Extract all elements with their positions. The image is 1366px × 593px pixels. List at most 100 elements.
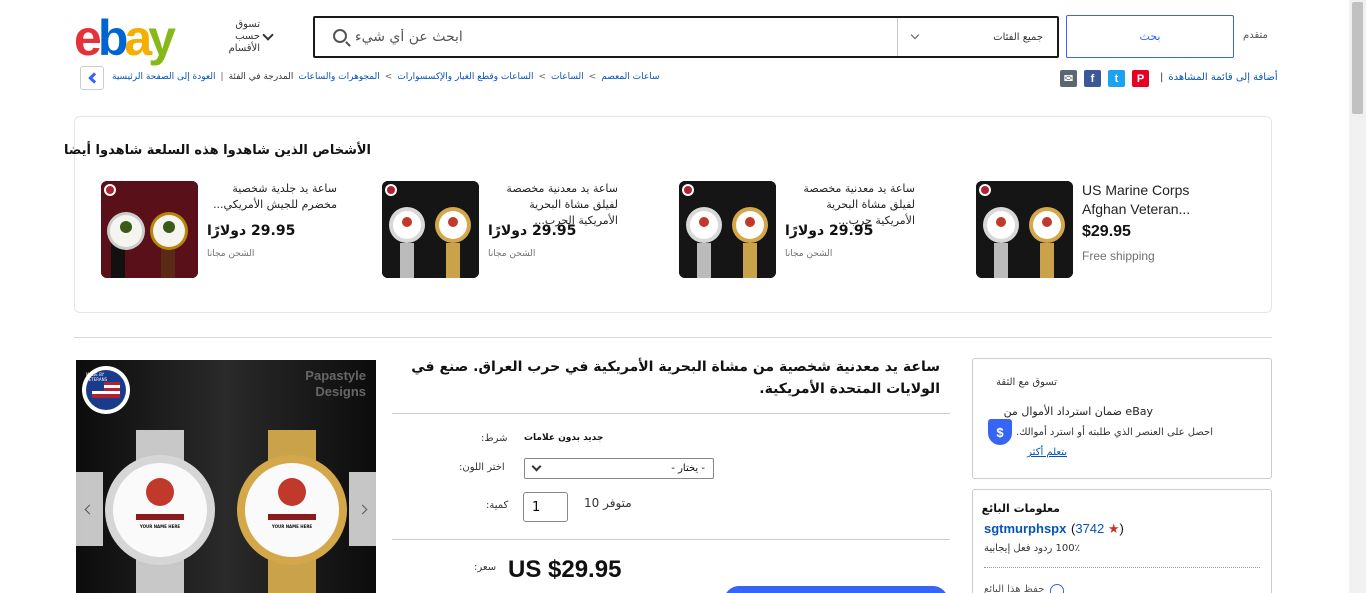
email-icon[interactable]: ✉	[1060, 70, 1077, 87]
share-icons: ✉ f t P	[1060, 70, 1149, 87]
ebay-logo[interactable]: ebay	[74, 10, 176, 66]
logo-letter-a: a	[124, 10, 152, 66]
also-viewed-card[interactable]: ساعة يد معدنية مخصصة لفيلق مشاة البحرية …	[382, 181, 642, 279]
category-dropdown-value: جميع الفئات	[993, 31, 1043, 43]
advanced-search-link[interactable]: متقدم	[1243, 30, 1268, 41]
pinterest-icon[interactable]: P	[1132, 70, 1149, 87]
shop-by-category-label: تسوق حسب الأقسام	[228, 19, 260, 54]
chevron-down-icon	[531, 461, 542, 472]
logo-letter-b: b	[97, 10, 128, 66]
star-icon: ★	[1107, 521, 1120, 536]
money-back-guarantee-box: تسوق مع الثقة $ eBay ضمان استرداد الأموا…	[972, 358, 1272, 479]
learn-more-link[interactable]: يتعلم أكثر	[1027, 447, 1067, 458]
seller-info-box: معلومات البائع sgtmurphspx (3742 ★) 100٪…	[972, 489, 1272, 593]
also-viewed-card[interactable]: ساعة يد معدنية مخصصة لفيلق مشاة البحرية …	[679, 181, 939, 279]
seller-feedback-score[interactable]: (3742 ★)	[1071, 521, 1124, 537]
also-viewed-price: 29.95 دولارًا	[207, 223, 296, 239]
also-viewed-card[interactable]: ساعة يد جلدية شخصية مخضرم للجيش الأمريكي…	[101, 181, 361, 279]
seller-score-number: 3742	[1075, 521, 1105, 536]
search-input[interactable]	[355, 26, 895, 48]
also-viewed-panel: الأشخاص الذين شاهدوا هذه السلعة شاهدوا أ…	[64, 116, 1272, 313]
shield-icon: $	[988, 419, 1012, 445]
breadcrumb-item-watches-parts[interactable]: الساعات وقطع الغيار والإكسسوارات	[397, 72, 533, 82]
breadcrumb-item-watches[interactable]: الساعات	[551, 72, 584, 82]
product-image-brand: Papastyle Designs	[305, 368, 366, 399]
also-viewed-title-text[interactable]: US Marine Corps Afghan Veteran...	[1082, 181, 1222, 219]
search-button[interactable]: بحث	[1066, 15, 1234, 58]
breadcrumb-separator: |	[220, 72, 224, 82]
also-viewed-price: 29.95 دولارًا	[785, 223, 874, 239]
scrollbar-thumb[interactable]	[1352, 2, 1363, 114]
facebook-icon[interactable]: f	[1084, 70, 1101, 87]
back-button[interactable]	[80, 66, 104, 90]
image-prev-button[interactable]	[76, 472, 103, 546]
category-dropdown[interactable]: جميع الفئات	[897, 18, 1057, 56]
breadcrumb-separator: <	[538, 72, 547, 82]
search-icon	[333, 29, 347, 43]
chevron-right-icon	[357, 504, 368, 514]
buy-it-now-button[interactable]	[724, 586, 948, 593]
price-label: سعر:	[474, 562, 497, 573]
also-viewed-price: $29.95	[1082, 223, 1131, 240]
page-scrollbar[interactable]	[1349, 0, 1366, 593]
listed-in-label: المدرجة في الفئة	[228, 72, 294, 82]
separator: |	[1160, 72, 1164, 83]
twitter-icon[interactable]: t	[1108, 70, 1125, 87]
color-dropdown[interactable]: - يختار -	[524, 458, 714, 479]
product-thumbnail[interactable]	[976, 181, 1073, 278]
chevron-down-icon	[262, 29, 274, 41]
image-next-button[interactable]	[349, 472, 376, 546]
shop-with-confidence-title: تسوق مع الثقة	[996, 377, 1057, 388]
color-label: اختر اللون:	[459, 462, 505, 473]
also-viewed-price: 29.95 دولارًا	[488, 223, 577, 239]
shop-by-category-button[interactable]: تسوق حسب الأقسام	[222, 19, 278, 54]
product-main-image[interactable]: MADE BY VETERANS Papastyle Designs YOUR …	[76, 360, 376, 593]
product-image-badge: MADE BY VETERANS	[86, 372, 108, 382]
save-seller-label: حفظ هذا البائع	[984, 584, 1045, 593]
divider	[984, 567, 1260, 568]
also-viewed-title-text[interactable]: ساعة يد معدنية مخصصة لفيلق مشاة البحرية …	[785, 181, 915, 229]
color-dropdown-value: - يختار -	[671, 463, 705, 474]
product-thumbnail[interactable]	[382, 181, 479, 278]
add-to-watchlist-link[interactable]: | أضافة إلى قائمة المشاهدة	[1160, 72, 1278, 83]
condition-value: جديد بدون علامات	[524, 433, 604, 443]
seller-positive-feedback: 100٪ ردود فعل إيجابية	[984, 543, 1080, 554]
breadcrumb-item-wristwatches[interactable]: ساعات المعصم	[601, 72, 659, 82]
also-viewed-title: الأشخاص الذين شاهدوا هذه السلعة شاهدوا أ…	[63, 143, 371, 158]
quantity-input[interactable]	[523, 492, 568, 522]
watch-dial-name-text: YOUR NAME HERE	[271, 524, 313, 529]
also-viewed-shipping: Free shipping	[1082, 249, 1155, 263]
condition-label: شرط:	[481, 433, 508, 444]
breadcrumb-separator: <	[588, 72, 597, 82]
also-viewed-title-text[interactable]: ساعة يد جلدية شخصية مخضرم للجيش الأمريكي…	[207, 181, 337, 213]
back-to-home-link[interactable]: العودة إلى الصفحة الرئيسية	[112, 72, 216, 82]
guarantee-description: احصل على العنصر الذي طلبته أو استرد أموا…	[1016, 427, 1213, 438]
also-viewed-title-text[interactable]: ساعة يد معدنية مخصصة لفيلق مشاة البحرية …	[488, 181, 618, 229]
also-viewed-shipping: الشحن مجانا	[785, 249, 833, 259]
logo-letter-y: y	[148, 10, 176, 66]
heart-icon	[1050, 584, 1065, 593]
breadcrumb-item-jewelry[interactable]: المجوهرات والساعات	[298, 72, 379, 82]
add-to-watchlist-label: أضافة إلى قائمة المشاهدة	[1168, 72, 1278, 83]
chevron-left-icon	[84, 504, 95, 514]
section-divider	[74, 337, 1272, 338]
product-title: ساعة يد معدنية شخصية من مشاة البحرية الأ…	[411, 359, 940, 397]
product-thumbnail[interactable]	[679, 181, 776, 278]
seller-info-title: معلومات البائع	[981, 502, 1060, 515]
product-price: US $29.95	[508, 556, 622, 583]
also-viewed-card[interactable]: US Marine Corps Afghan Veteran... $29.95…	[976, 181, 1236, 279]
chevron-down-icon	[910, 30, 920, 40]
breadcrumb: العودة إلى الصفحة الرئيسية | المدرجة في …	[112, 72, 660, 82]
product-thumbnail[interactable]	[101, 181, 198, 278]
breadcrumb-separator: <	[384, 72, 393, 82]
available-count: متوفر 10	[584, 496, 632, 510]
also-viewed-shipping: الشحن مجانا	[488, 249, 536, 259]
divider	[392, 413, 950, 414]
logo-letter-e: e	[74, 10, 102, 66]
seller-name-link[interactable]: sgtmurphspx	[984, 521, 1066, 536]
also-viewed-shipping: الشحن مجانا	[207, 249, 255, 259]
quantity-label: كمية:	[486, 500, 509, 511]
search-bar: جميع الفئات	[313, 16, 1059, 58]
divider	[392, 539, 950, 540]
save-seller-button[interactable]: حفظ هذا البائع	[984, 584, 1065, 593]
